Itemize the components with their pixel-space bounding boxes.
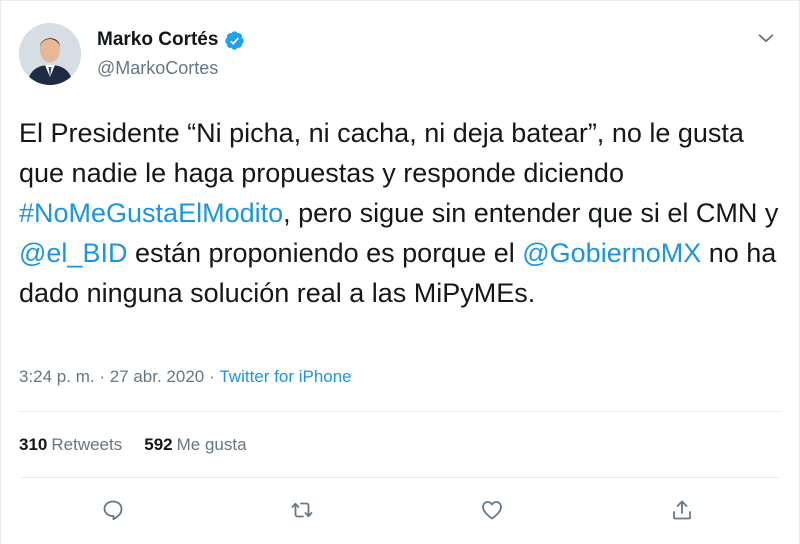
retweets-count: 310 [19,435,48,454]
share-icon[interactable] [667,495,697,525]
tweet-text-segment: están proponiendo es porque el [127,238,523,268]
avatar[interactable] [19,23,81,85]
divider [19,477,781,478]
tweet-text-segment: , pero sigue sin entender que si el CMN … [283,198,779,228]
tweet-actions-bar [1,495,800,525]
mention-link-gobiernomx[interactable]: @GobiernoMX [522,238,701,268]
profile-photo [19,23,81,85]
divider [19,411,781,412]
author-handle[interactable]: @MarkoCortes [97,58,218,79]
retweets-stat[interactable]: 310 Retweets [19,435,122,455]
author-display-name[interactable]: Marko Cortés [97,29,218,51]
tweet-time[interactable]: 3:24 p. m. [19,367,95,387]
likes-count: 592 [144,435,173,454]
hashtag-link[interactable]: #NoMeGustaElModito [19,198,283,228]
likes-stat[interactable]: 592 Me gusta [144,435,246,455]
meta-separator: · [204,367,220,386]
verified-badge-icon [224,30,245,51]
tweet-source-link[interactable]: Twitter for iPhone [219,367,351,387]
tweet-text-segment: El Presidente “Ni picha, ni cacha, ni de… [19,118,744,188]
meta-separator: · [94,367,110,386]
retweet-icon[interactable] [287,495,317,525]
tweet-date[interactable]: 27 abr. 2020 [110,367,205,387]
like-icon[interactable] [477,495,507,525]
tweet-stats: 310 Retweets 592 Me gusta [19,435,269,455]
mention-link-el-bid[interactable]: @el_BID [19,238,127,268]
tweet-meta: 3:24 p. m. · 27 abr. 2020 · Twitter for … [19,367,352,387]
reply-icon[interactable] [98,495,128,525]
tweet-card: Marko Cortés @MarkoCortes El Presidente … [0,0,800,544]
retweets-label: Retweets [51,435,123,454]
more-options-chevron-down-icon[interactable] [755,27,777,49]
tweet-text: El Presidente “Ni picha, ni cacha, ni de… [19,113,779,313]
likes-label: Me gusta [176,435,247,454]
author-name-row: Marko Cortés [97,29,245,51]
